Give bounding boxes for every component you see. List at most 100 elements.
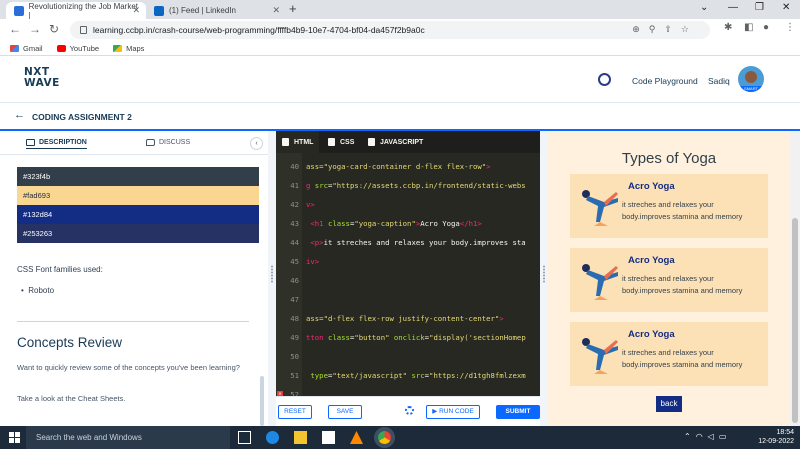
scrollbar-thumb[interactable]: [792, 218, 798, 423]
address-bar-action-icons[interactable]: ⊕⚲⇪☆: [632, 24, 698, 35]
restore-icon[interactable]: ❐: [755, 2, 764, 13]
taskbar-search[interactable]: Search the web and Windows: [26, 426, 230, 449]
avatar-face-icon: [745, 71, 757, 83]
browser-tab-linkedin[interactable]: (1) Feed | LinkedIn ✕: [146, 2, 286, 19]
color-swatch: #132d84: [17, 205, 259, 224]
windows-taskbar: Search the web and Windows ⌃◠◁▭ 18:54 12…: [0, 426, 800, 449]
chrome-menu-icon[interactable]: ⋮: [785, 22, 795, 33]
line-number: 45: [290, 257, 299, 266]
minimize-icon[interactable]: —: [728, 2, 738, 13]
back-button[interactable]: back: [656, 396, 682, 412]
new-tab-plus-icon[interactable]: +: [289, 1, 297, 16]
color-swatch: #323f4b: [17, 167, 259, 186]
description-scrollbar[interactable]: [260, 376, 264, 426]
line-number: 48: [290, 314, 299, 323]
save-button[interactable]: SAVE: [328, 405, 362, 419]
code-token: class: [327, 333, 350, 342]
tab-label: DESCRIPTION: [39, 139, 87, 146]
code-token: class: [327, 219, 350, 228]
code-text: g src="https://assets.ccbp.in/frontend/s…: [306, 176, 540, 195]
vlc-icon[interactable]: [350, 431, 363, 444]
bookmark-youtube[interactable]: YouTube: [56, 44, 99, 53]
code-line[interactable]: 48 ass="d-flex flex-row justify-content-c…: [276, 309, 540, 328]
card-title: Acro Yoga: [628, 329, 675, 340]
description-tabs: DESCRIPTION DISCUSS ‹: [0, 131, 268, 155]
line-number: 46: [290, 276, 299, 285]
back-arrow-icon[interactable]: ←: [14, 109, 25, 121]
tab-description[interactable]: DESCRIPTION: [26, 139, 87, 149]
collapse-panel-chevron-icon[interactable]: ‹: [250, 137, 263, 150]
extensions-puzzle-icon[interactable]: ✱: [724, 22, 732, 33]
assignment-bar: ← CODING ASSIGNMENT 2: [0, 103, 800, 131]
edge-icon[interactable]: [266, 431, 279, 444]
code-text: v>: [306, 195, 540, 214]
task-view-icon[interactable]: [238, 431, 251, 444]
tab-css[interactable]: CSS: [328, 138, 354, 146]
code-token: iv>: [306, 257, 320, 266]
code-token: >: [486, 162, 491, 171]
bookmark-maps[interactable]: Maps: [113, 44, 144, 53]
code-token: Acro Yoga: [420, 219, 460, 228]
code-line[interactable]: 41 g src="https://assets.ccbp.in/frontend…: [276, 176, 540, 195]
side-panel-icon[interactable]: ◧: [744, 22, 753, 33]
code-token: "https://d1tgh8fmlzexm: [429, 371, 526, 380]
timer-icon[interactable]: [598, 73, 611, 86]
code-line[interactable]: 46: [276, 271, 540, 290]
store-icon[interactable]: [322, 431, 335, 444]
code-token: ass="yoga-card-container d-flex flex-row…: [306, 162, 487, 171]
chrome-icon[interactable]: [378, 431, 391, 444]
preview-scrollbar[interactable]: [790, 131, 800, 426]
code-token: src: [314, 181, 328, 190]
address-bar[interactable]: learning.ccbp.in/crash-course/web-progra…: [70, 21, 710, 39]
yoga-card: Acro Yoga it streches and relaxes your b…: [570, 322, 768, 386]
code-token: "button": [354, 333, 394, 342]
forward-arrow-icon[interactable]: →: [29, 22, 41, 36]
gear-icon[interactable]: [405, 406, 414, 415]
code-line[interactable]: 40 ass="yoga-card-container d-flex flex-r…: [276, 157, 540, 176]
submit-button[interactable]: SUBMIT: [496, 405, 540, 419]
avatar[interactable]: SMART: [738, 66, 764, 92]
code-token: >: [499, 314, 504, 323]
system-tray-icons[interactable]: ⌃◠◁▭: [684, 432, 731, 441]
window-close-icon[interactable]: ✕: [782, 2, 790, 13]
color-swatch: #fad693: [17, 186, 259, 205]
user-name: Sadiq: [708, 76, 730, 86]
left-resize-handle[interactable]: [268, 131, 276, 426]
code-line[interactable]: 43 <h1 class="yoga-caption">Acro Yoga</h…: [276, 214, 540, 233]
tab-javascript[interactable]: JAVASCRIPT: [368, 138, 423, 146]
back-arrow-icon[interactable]: ←: [9, 22, 21, 36]
code-line[interactable]: 50: [276, 347, 540, 366]
code-line[interactable]: 42 v>: [276, 195, 540, 214]
right-resize-handle[interactable]: [540, 131, 548, 426]
nxtwave-logo[interactable]: NXT WAVE: [24, 67, 60, 89]
file-explorer-icon[interactable]: [294, 431, 307, 444]
code-token: onclick: [393, 333, 425, 342]
code-line[interactable]: 49 tton class="button" onclick="display('…: [276, 328, 540, 347]
javascript-icon: [368, 138, 375, 146]
windows-start-icon[interactable]: [9, 432, 20, 443]
tab-discuss[interactable]: DISCUSS: [146, 139, 190, 146]
line-number: 43: [290, 219, 299, 228]
bookmark-gmail[interactable]: Gmail: [10, 44, 43, 53]
code-line[interactable]: 51 type="text/javascript" src="https://d…: [276, 366, 540, 385]
code-playground-link[interactable]: Code Playground: [632, 76, 698, 86]
code-token: it streches and relaxes your body.improv…: [323, 238, 526, 247]
close-tab-icon[interactable]: ✕: [272, 5, 280, 16]
tab-search-chevron-icon[interactable]: ⌄: [700, 2, 708, 13]
profile-avatar-icon[interactable]: ●: [763, 22, 769, 33]
discuss-icon: [146, 139, 155, 146]
close-tab-icon[interactable]: ✕: [132, 5, 140, 16]
clock-time: 18:54: [776, 429, 794, 436]
yoga-pose-image: [582, 264, 618, 300]
code-line[interactable]: 44 <p>it streches and relaxes your body.…: [276, 233, 540, 252]
lock-icon: [80, 26, 87, 34]
browser-tab-ccbp[interactable]: Revolutionizing the Job Market | ✕: [6, 2, 146, 20]
taskbar-clock[interactable]: 18:54 12-09-2022: [754, 428, 794, 446]
code-line[interactable]: 47: [276, 290, 540, 309]
code-line[interactable]: 45 iv>: [276, 252, 540, 271]
run-code-button[interactable]: ▶ RUN CODE: [426, 405, 480, 419]
tab-html[interactable]: HTML: [276, 131, 320, 153]
code-text: iv>: [306, 252, 540, 271]
reset-button[interactable]: RESET: [278, 405, 312, 419]
reload-icon[interactable]: ↻: [49, 22, 59, 36]
